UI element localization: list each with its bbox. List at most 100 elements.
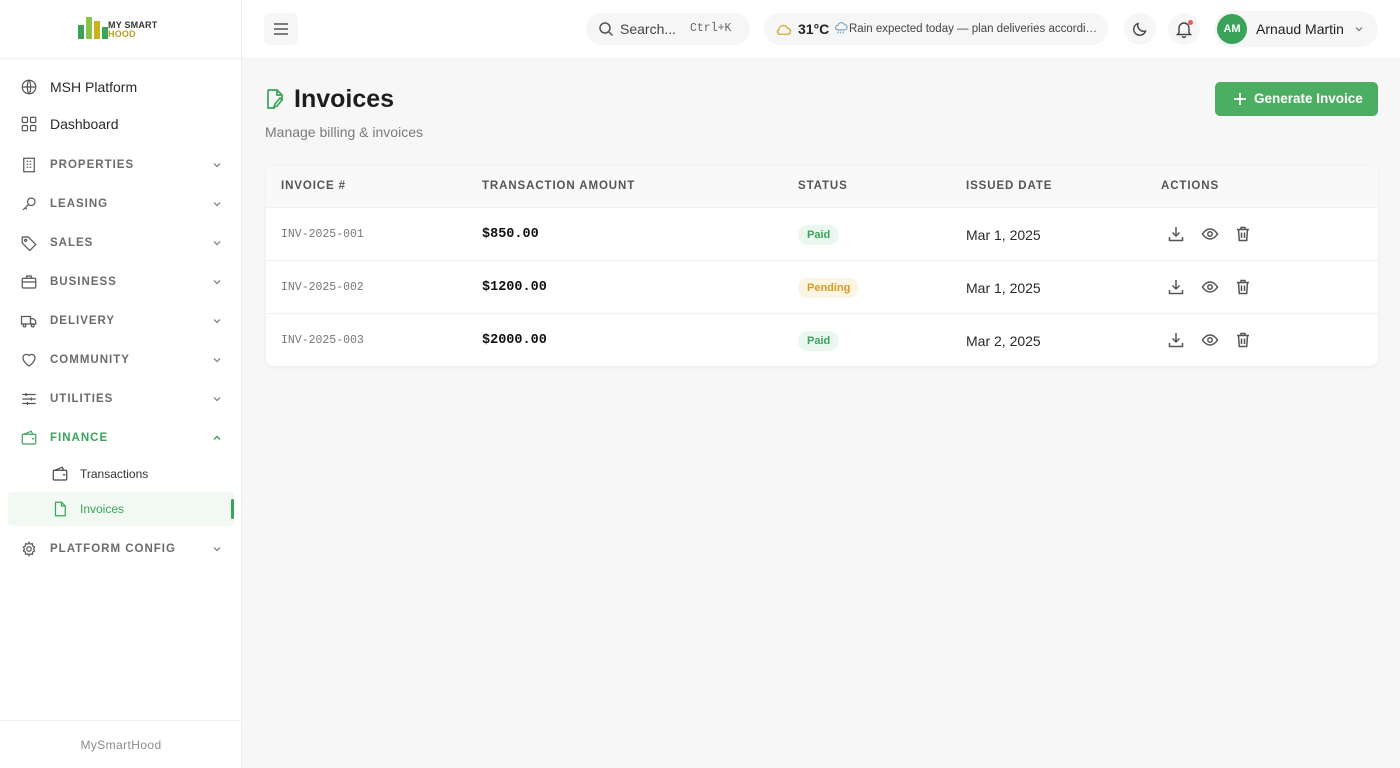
- sidebar-section-sales[interactable]: SALES: [8, 226, 234, 260]
- cloud-icon: [776, 24, 792, 35]
- heart-icon: [22, 353, 36, 367]
- status-cell: Pending: [798, 261, 860, 314]
- menu-toggle-button[interactable]: [264, 13, 298, 45]
- page-title: Invoices: [294, 85, 395, 113]
- download-icon[interactable]: [1167, 331, 1185, 349]
- status-cell: Paid: [798, 314, 840, 367]
- column-header: STATUS: [798, 180, 848, 192]
- sidebar-section-business[interactable]: BUSINESS: [8, 265, 234, 299]
- sidebar-section-finance[interactable]: FINANCE: [8, 421, 234, 455]
- sidebar-section-platform-config[interactable]: PLATFORM CONFIG: [8, 532, 234, 566]
- logo[interactable]: MY SMART HOOD: [0, 0, 242, 59]
- chevron-down-icon: [213, 241, 221, 246]
- sidebar-item-dashboard[interactable]: Dashboard: [8, 107, 234, 141]
- sidebar-section-label: LEASING: [50, 198, 109, 210]
- sidebar-section-label: PLATFORM CONFIG: [50, 543, 176, 555]
- trash-icon[interactable]: [1234, 278, 1252, 296]
- key-icon: [22, 197, 36, 211]
- sidebar-item-msh-platform[interactable]: MSH Platform: [8, 70, 234, 104]
- column-header: ISSUED DATE: [966, 180, 1053, 192]
- eye-icon[interactable]: [1201, 331, 1219, 349]
- chevron-down-icon: [213, 163, 221, 168]
- sidebar-section-community[interactable]: COMMUNITY: [8, 343, 234, 377]
- table-row[interactable]: INV-2025-001 $850.00 Paid Mar 1, 2025: [266, 207, 1378, 260]
- briefcase-icon: [21, 275, 37, 289]
- sidebar-section-delivery[interactable]: DELIVERY: [8, 304, 234, 338]
- sidebar-section-label: UTILITIES: [50, 393, 114, 405]
- download-icon[interactable]: [1167, 278, 1185, 296]
- download-icon[interactable]: [1167, 225, 1185, 243]
- column-header: INVOICE #: [281, 180, 346, 192]
- globe-icon: [21, 79, 37, 95]
- table-row[interactable]: INV-2025-003 $2000.00 Paid Mar 2, 2025: [266, 313, 1378, 366]
- sidebar-section-label: SALES: [50, 237, 94, 249]
- status-badge: Paid: [798, 224, 840, 245]
- invoice-number: INV-2025-003: [281, 334, 364, 347]
- logo-text: MY SMART HOOD: [108, 20, 158, 39]
- sidebar-section-label: COMMUNITY: [50, 354, 130, 366]
- invoice-icon: [267, 89, 284, 109]
- notification-dot: [1188, 20, 1193, 25]
- file-icon: [54, 501, 66, 517]
- plus-icon: [1234, 93, 1246, 105]
- sidebar-item-label: MSH Platform: [50, 79, 138, 95]
- moon-icon: [1133, 22, 1147, 36]
- user-name: Arnaud Martin: [1256, 21, 1344, 37]
- sidebar-item-label: Invoices: [80, 502, 125, 516]
- status-badge: Pending: [798, 277, 860, 298]
- avatar: AM: [1217, 14, 1247, 44]
- table-row[interactable]: INV-2025-002 $1200.00 Pending Mar 1, 202…: [266, 260, 1378, 313]
- building-icon: [23, 157, 35, 173]
- chevron-down-icon: [213, 280, 221, 285]
- sidebar-section-leasing[interactable]: LEASING: [8, 187, 234, 221]
- invoices-table: INVOICE # TRANSACTION AMOUNT STATUS ISSU…: [266, 166, 1378, 366]
- trash-icon[interactable]: [1234, 225, 1252, 243]
- invoice-number: INV-2025-002: [281, 281, 364, 294]
- sidebar-section-properties[interactable]: PROPERTIES: [8, 148, 234, 182]
- eye-icon[interactable]: [1201, 225, 1219, 243]
- weather-widget[interactable]: 31°C Rain expected today — plan deliveri…: [764, 13, 1108, 45]
- topbar: Search... Ctrl+K 31°C Rain expected toda…: [242, 0, 1400, 59]
- transaction-amount: $2000.00: [482, 333, 547, 348]
- sidebar: MY SMART HOOD MSH Platform Dashboard PRO…: [0, 0, 242, 768]
- chevron-down-icon: [213, 202, 221, 207]
- status-badge: Paid: [798, 330, 840, 351]
- theme-toggle-button[interactable]: [1124, 13, 1156, 45]
- sidebar-section-label: FINANCE: [50, 432, 109, 444]
- transaction-amount: $850.00: [482, 227, 539, 242]
- invoice-number: INV-2025-001: [281, 228, 364, 241]
- chevron-down-icon: [213, 319, 221, 324]
- search-input[interactable]: Search... Ctrl+K: [586, 13, 750, 45]
- chevron-down-icon: [1355, 27, 1363, 32]
- user-menu[interactable]: AM Arnaud Martin: [1214, 11, 1378, 47]
- wallet-icon: [52, 466, 68, 481]
- logo-mark-icon: [78, 17, 108, 39]
- generate-invoice-button[interactable]: Generate Invoice: [1215, 82, 1378, 116]
- search-shortcut: Ctrl+K: [690, 22, 732, 35]
- chevron-down-icon: [213, 397, 221, 402]
- search-placeholder: Search...: [620, 21, 677, 37]
- gear-icon: [22, 541, 36, 557]
- tag-icon: [21, 236, 37, 252]
- hamburger-icon: [274, 23, 288, 35]
- chevron-down-icon: [213, 358, 221, 363]
- sidebar-section-utilities[interactable]: UTILITIES: [8, 382, 234, 416]
- sidebar-item-label: Dashboard: [50, 116, 119, 132]
- sidebar-item-transactions[interactable]: Transactions: [8, 457, 234, 491]
- page-subtitle: Manage billing & invoices: [265, 124, 423, 140]
- column-header: TRANSACTION AMOUNT: [482, 180, 636, 192]
- sidebar-section-label: BUSINESS: [50, 276, 117, 288]
- transaction-amount: $1200.00: [482, 280, 547, 295]
- table-header: INVOICE # TRANSACTION AMOUNT STATUS ISSU…: [266, 166, 1378, 207]
- sidebar-item-invoices[interactable]: Invoices: [8, 492, 234, 526]
- notifications-button[interactable]: [1168, 13, 1200, 45]
- issued-date: Mar 1, 2025: [966, 226, 1041, 243]
- truck-icon: [20, 315, 37, 328]
- trash-icon[interactable]: [1234, 331, 1252, 349]
- eye-icon[interactable]: [1201, 278, 1219, 296]
- weather-message: Rain expected today — plan deliveries ac…: [849, 23, 1101, 35]
- column-header: ACTIONS: [1161, 180, 1220, 192]
- wallet-icon: [21, 430, 37, 445]
- sliders-icon: [22, 393, 36, 405]
- issued-date: Mar 1, 2025: [966, 279, 1041, 296]
